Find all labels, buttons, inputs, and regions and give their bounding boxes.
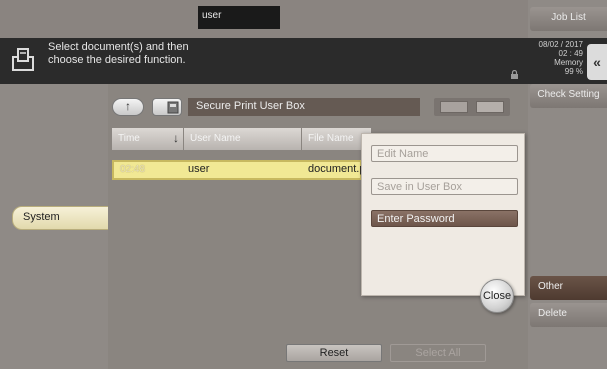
table-row[interactable]: 02:48 user document.p [112, 160, 362, 180]
box-toolbar: ↑ Secure Print User Box [112, 98, 520, 118]
user-box-icon [167, 101, 179, 114]
column-header-user[interactable]: User Name [184, 128, 302, 150]
box-view-button[interactable] [152, 98, 182, 116]
back-arrow-button[interactable]: « [587, 44, 607, 80]
memory-label: Memory [554, 58, 583, 67]
thumbnail-view-button[interactable] [440, 101, 468, 113]
right-panel: Job List 08/02 / 2017 02 : 49 Memory 99 … [528, 0, 607, 369]
view-mode-toggle [434, 98, 510, 116]
save-in-user-box-button[interactable]: Save in User Box [371, 178, 518, 195]
up-arrow-icon: ↑ [125, 99, 131, 113]
instruction-line-1: Select document(s) and then [48, 41, 189, 53]
row-user: user [188, 163, 210, 175]
memory-value: 99 % [564, 67, 583, 76]
document-box-icon [12, 48, 34, 71]
select-all-button[interactable]: Select All [390, 344, 486, 362]
column-header-time[interactable]: Time ↓ [112, 128, 184, 150]
check-setting-button[interactable]: Check Setting [530, 84, 607, 108]
job-list-button[interactable]: Job List [530, 7, 607, 31]
user-name-display: user [198, 6, 280, 29]
instruction-message: Select document(s) and then choose the d… [48, 41, 189, 67]
lock-icon [511, 70, 518, 79]
instruction-line-2: choose the desired function. [48, 54, 186, 66]
status-time: 02 : 49 [558, 49, 583, 58]
system-tab[interactable]: System [12, 206, 110, 230]
document-action-popup: Edit Name Save in User Box Enter Passwor… [361, 133, 525, 296]
top-bar: user [0, 0, 528, 38]
list-view-button[interactable] [476, 101, 504, 113]
status-date: 08/02 / 2017 [538, 40, 583, 49]
up-level-button[interactable]: ↑ [112, 98, 144, 116]
enter-password-button[interactable]: Enter Password [371, 210, 518, 227]
delete-button[interactable]: Delete [530, 303, 607, 327]
double-chevron-left-icon: « [593, 54, 601, 70]
row-time: 02:48 [120, 164, 146, 175]
box-title: Secure Print User Box [188, 98, 420, 116]
reset-button[interactable]: Reset [286, 344, 382, 362]
status-panel: 08/02 / 2017 02 : 49 Memory 99 % « [528, 38, 607, 84]
other-button[interactable]: Other [530, 276, 607, 300]
status-readout: 08/02 / 2017 02 : 49 Memory 99 % [539, 40, 583, 76]
close-button[interactable]: Close [480, 279, 514, 313]
edit-name-button[interactable]: Edit Name [371, 145, 518, 162]
row-file: document.p [308, 163, 362, 175]
message-bar: Select document(s) and then choose the d… [0, 38, 528, 84]
sort-down-icon: ↓ [173, 131, 179, 145]
column-header-time-label: Time [118, 133, 140, 144]
